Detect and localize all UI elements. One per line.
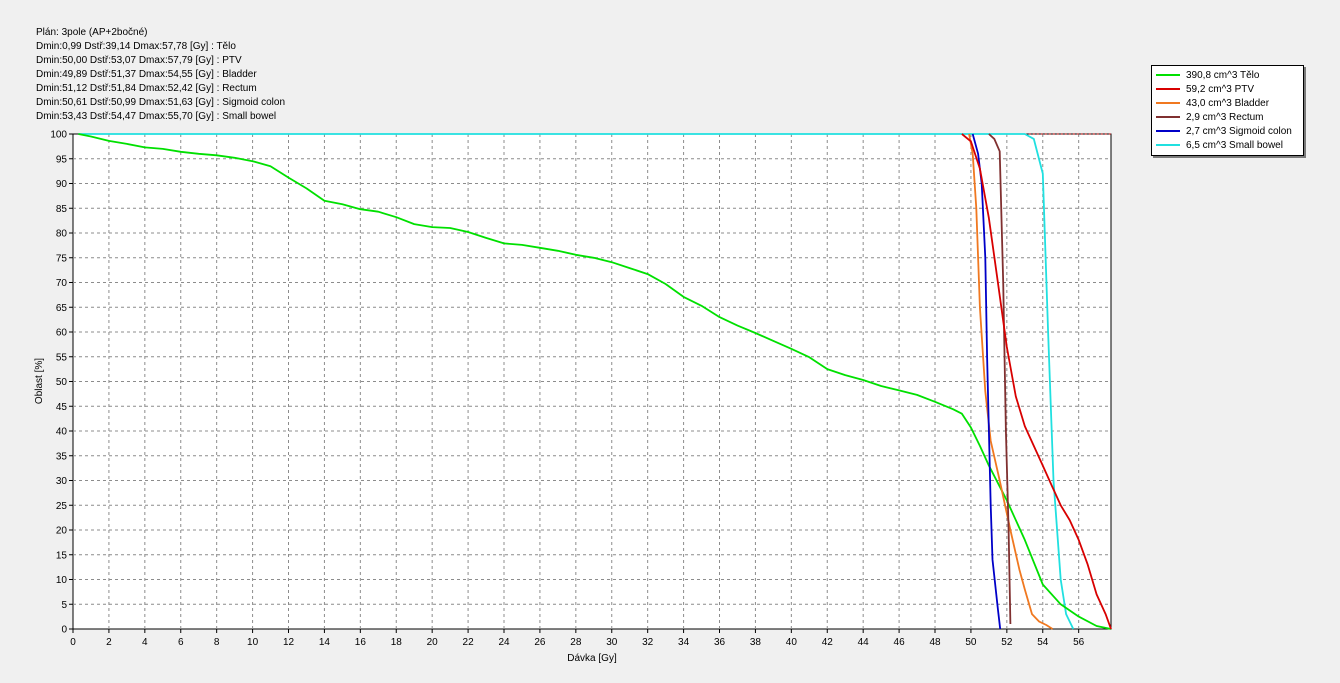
y-tick-label: 70 — [56, 278, 68, 289]
x-tick-label: 38 — [750, 637, 762, 648]
y-tick-label: 50 — [56, 377, 68, 388]
x-tick-label: 34 — [678, 637, 690, 648]
legend: 390,8 cm^3 Tělo 59,2 cm^3 PTV 43,0 cm^3 Bl… — [1151, 65, 1304, 156]
legend-item: 390,8 cm^3 Tělo — [1156, 68, 1299, 82]
x-tick-label: 52 — [1001, 637, 1013, 648]
y-tick-label: 90 — [56, 179, 68, 190]
legend-label: 2,9 cm^3 Rectum — [1186, 111, 1264, 123]
x-tick-label: 36 — [714, 637, 726, 648]
legend-item: 2,7 cm^3 Sigmoid colon — [1156, 124, 1299, 138]
legend-label: 59,2 cm^3 PTV — [1186, 83, 1255, 95]
y-tick-label: 10 — [56, 575, 68, 586]
x-tick-label: 20 — [427, 637, 439, 648]
x-tick-label: 28 — [570, 637, 582, 648]
x-tick-label: 30 — [606, 637, 618, 648]
dvh-chart: 0 2 4 6 8 10 12 14 16 18 20 22 24 26 28 30 32 34 36 38 40 42 4… — [34, 130, 1112, 664]
x-tick-label: 26 — [534, 637, 546, 648]
x-tick-label: 54 — [1037, 637, 1049, 648]
y-tick-label: 65 — [56, 303, 68, 314]
y-tick-label: 85 — [56, 204, 68, 215]
x-tick-label: 18 — [391, 637, 403, 648]
x-tick-label: 6 — [178, 637, 184, 648]
legend-label: 6,5 cm^3 Small bowel — [1186, 139, 1283, 151]
y-tick-label: 40 — [56, 427, 68, 438]
x-tick-label: 8 — [214, 637, 220, 648]
y-axis-title: Oblast [%] — [34, 358, 45, 404]
x-tick-label: 2 — [106, 637, 112, 648]
y-tick-label: 75 — [56, 253, 68, 264]
y-tick-label: 100 — [50, 130, 67, 141]
y-tick-label: 55 — [56, 352, 68, 363]
y-tick-label: 5 — [61, 600, 67, 611]
x-tick-label: 10 — [247, 637, 259, 648]
x-tick-label: 48 — [929, 637, 941, 648]
legend-swatch — [1156, 116, 1180, 118]
y-tick-label: 25 — [56, 501, 68, 512]
legend-item: 43,0 cm^3 Bladder — [1156, 96, 1299, 110]
x-tick-label: 12 — [283, 637, 295, 648]
x-tick-label: 4 — [142, 637, 148, 648]
legend-swatch — [1156, 88, 1180, 90]
legend-item: 2,9 cm^3 Rectum — [1156, 110, 1299, 124]
x-axis-title: Dávka [Gy] — [567, 653, 617, 664]
y-tick-label: 80 — [56, 229, 68, 240]
legend-swatch — [1156, 102, 1180, 104]
x-tick-label: 22 — [463, 637, 475, 648]
legend-label: 43,0 cm^3 Bladder — [1186, 97, 1270, 109]
y-tick-label: 95 — [56, 154, 68, 165]
x-tick-label: 14 — [319, 637, 331, 648]
legend-swatch — [1156, 144, 1180, 146]
y-tick-label: 0 — [61, 625, 67, 636]
legend-swatch — [1156, 74, 1180, 76]
legend-item: 6,5 cm^3 Small bowel — [1156, 138, 1299, 152]
x-tick-label: 50 — [965, 637, 977, 648]
x-tick-label: 24 — [498, 637, 510, 648]
x-tick-label: 16 — [355, 637, 367, 648]
x-tick-label: 42 — [822, 637, 834, 648]
y-tick-label: 20 — [56, 526, 68, 537]
x-tick-label: 32 — [642, 637, 654, 648]
x-tick-label: 56 — [1073, 637, 1085, 648]
legend-swatch — [1156, 130, 1180, 132]
y-tick-label: 60 — [56, 328, 68, 339]
legend-item: 59,2 cm^3 PTV — [1156, 82, 1299, 96]
y-tick-label: 35 — [56, 451, 68, 462]
y-tick-label: 30 — [56, 476, 68, 487]
y-tick-label: 15 — [56, 550, 68, 561]
legend-label: 390,8 cm^3 Tělo — [1186, 69, 1260, 81]
x-tick-label: 40 — [786, 637, 798, 648]
x-tick-label: 0 — [70, 637, 76, 648]
legend-label: 2,7 cm^3 Sigmoid colon — [1186, 125, 1292, 137]
x-tick-label: 44 — [858, 637, 870, 648]
x-tick-label: 46 — [894, 637, 906, 648]
y-tick-label: 45 — [56, 402, 68, 413]
